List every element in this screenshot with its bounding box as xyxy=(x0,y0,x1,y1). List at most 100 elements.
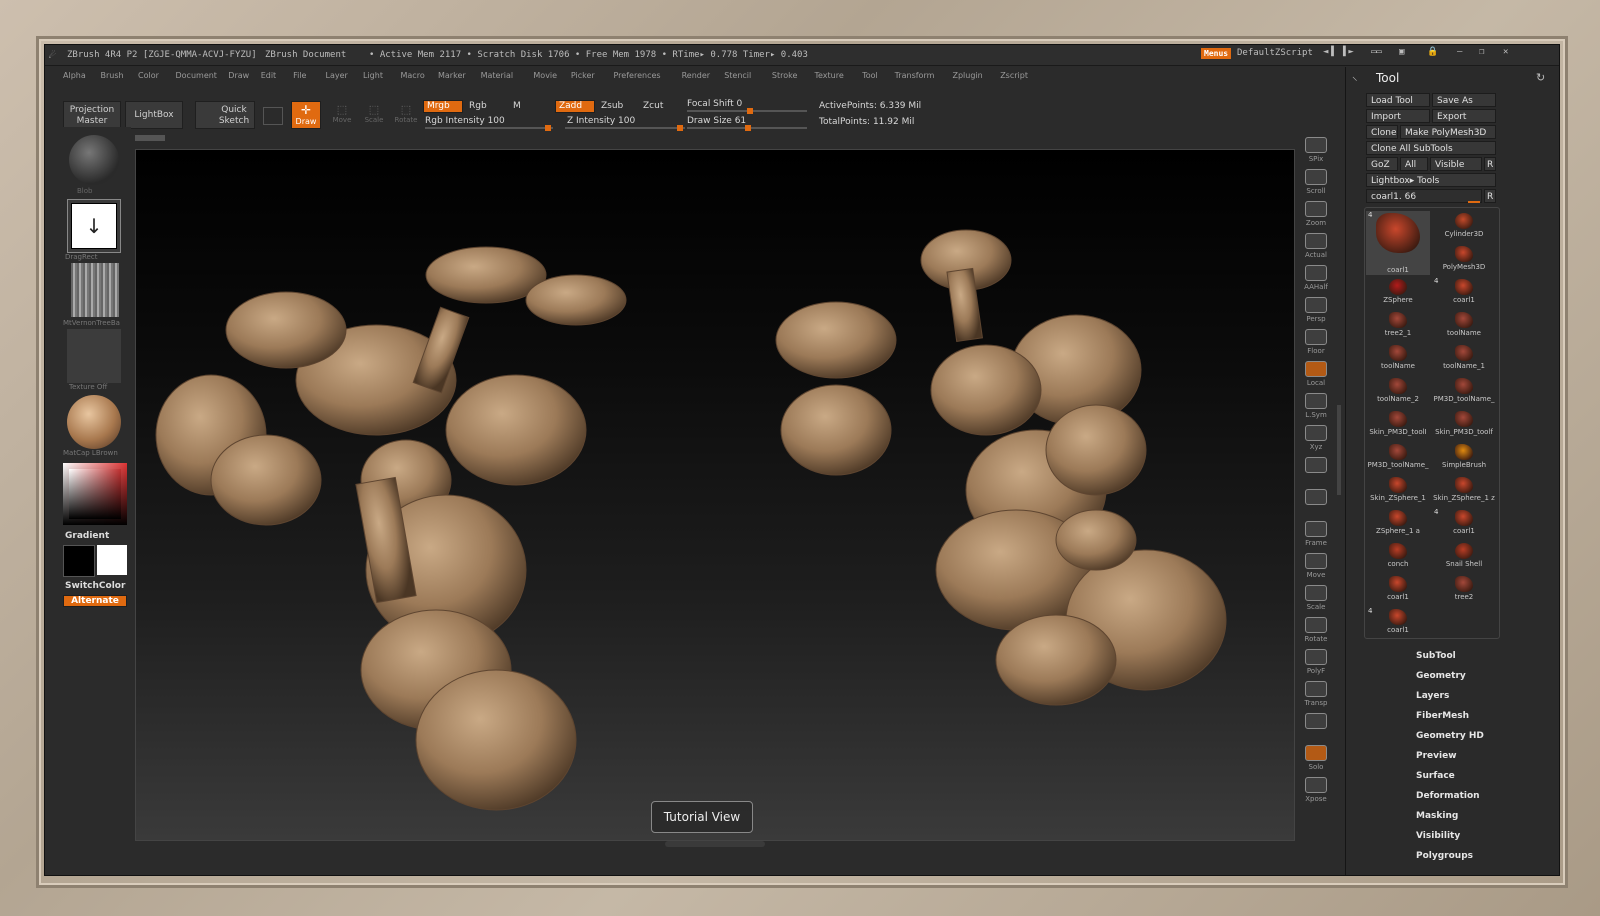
section-deformation[interactable]: Deformation xyxy=(1416,791,1480,801)
goz-all-button[interactable]: All xyxy=(1400,157,1428,171)
tool-thumb-zsphere[interactable]: ZSphere xyxy=(1366,277,1430,309)
menu-stencil[interactable]: Stencil xyxy=(724,71,751,80)
tool-thumb-coarl1[interactable]: 4 coarl1 xyxy=(1432,508,1496,540)
save-as-button[interactable]: Save As xyxy=(1432,93,1496,107)
menu-texture[interactable]: Texture xyxy=(815,71,844,80)
minimize-icon[interactable]: — xyxy=(1457,47,1462,57)
section-geometry[interactable]: Geometry xyxy=(1416,671,1466,681)
menu-tool[interactable]: Tool xyxy=(862,71,878,80)
section-subtool[interactable]: SubTool xyxy=(1416,651,1456,661)
shelf-spix-button[interactable]: SPix xyxy=(1300,137,1332,167)
tool-thumb-toolname[interactable]: toolName xyxy=(1432,310,1496,342)
tool-thumb-simplebrush[interactable]: SimpleBrush xyxy=(1432,442,1496,474)
menu-draw[interactable]: Draw xyxy=(228,71,249,80)
tool-r-button[interactable]: R xyxy=(1484,189,1496,203)
zsub-button[interactable]: Zsub xyxy=(601,101,623,111)
scale-mode-button[interactable]: ⬚ Scale xyxy=(361,103,387,127)
make-polymesh3d-button[interactable]: Make PolyMesh3D xyxy=(1400,125,1496,139)
close-icon[interactable]: ✕ xyxy=(1503,47,1508,57)
edit-icon[interactable] xyxy=(263,107,283,125)
shelf-xpose-button[interactable]: Xpose xyxy=(1300,777,1332,807)
alternate-button[interactable]: Alternate xyxy=(63,595,127,607)
import-button[interactable]: Import xyxy=(1366,109,1430,123)
tool-thumb-coarl1[interactable]: 4 coarl1 xyxy=(1432,277,1496,309)
menu-alpha[interactable]: Alpha xyxy=(63,71,86,80)
switch-color-button[interactable]: SwitchColor xyxy=(65,581,125,591)
clone-button[interactable]: Clone xyxy=(1366,125,1398,139)
bottom-shelf-handle[interactable] xyxy=(665,841,765,847)
ui-layout-icon[interactable]: ▭▭ xyxy=(1371,47,1382,57)
tool-thumb-snail-shell[interactable]: Snail Shell xyxy=(1432,541,1496,573)
menu-render[interactable]: Render xyxy=(682,71,710,80)
rgb-button[interactable]: Rgb xyxy=(469,101,487,111)
menu-macro[interactable]: Macro xyxy=(401,71,425,80)
focal-shift-slider[interactable] xyxy=(687,108,807,114)
tool-thumb-skin_zsphere_1-z[interactable]: Skin_ZSphere_1 z xyxy=(1432,475,1496,507)
current-tool-slider[interactable]: coarl1. 66 xyxy=(1366,189,1482,203)
shelf-scale-button[interactable]: Scale xyxy=(1300,585,1332,615)
material-thumbnail[interactable] xyxy=(67,395,121,449)
move-mode-button[interactable]: ⬚ Move xyxy=(329,103,355,127)
color-picker[interactable] xyxy=(63,463,127,525)
tool-thumb-polymesh3d[interactable]: PolyMesh3D xyxy=(1432,244,1496,276)
primary-color-swatch[interactable] xyxy=(63,545,95,577)
menu-document[interactable]: Document xyxy=(176,71,217,80)
section-geometry-hd[interactable]: Geometry HD xyxy=(1416,731,1484,741)
shelf-blank-11-button[interactable] xyxy=(1300,489,1332,519)
section-visibility[interactable]: Visibility xyxy=(1416,831,1460,841)
shelf-rotate-button[interactable]: Rotate xyxy=(1300,617,1332,647)
tool-thumb-coarl1[interactable]: 4 coarl1 xyxy=(1366,607,1430,639)
goz-r-button[interactable]: R xyxy=(1484,157,1496,171)
z-intensity-slider[interactable] xyxy=(565,125,685,131)
canvas-viewport[interactable] xyxy=(135,149,1295,841)
tool-thumb-skin_pm3d_toolf[interactable]: Skin_PM3D_toolf xyxy=(1432,409,1496,441)
zcut-button[interactable]: Zcut xyxy=(643,101,663,111)
tool-thumb-skin_pm3d_tooli[interactable]: Skin_PM3D_toolI xyxy=(1366,409,1430,441)
shelf-zoom-button[interactable]: Zoom xyxy=(1300,201,1332,231)
tool-thumb-skin_zsphere_1[interactable]: Skin_ZSphere_1 xyxy=(1366,475,1430,507)
refresh-icon[interactable]: ↻ xyxy=(1536,71,1545,84)
quick-sketch-button[interactable]: Quick Sketch xyxy=(195,101,255,129)
menu-material[interactable]: Material xyxy=(481,71,514,80)
section-preview[interactable]: Preview xyxy=(1416,751,1457,761)
menus-button[interactable]: Menus xyxy=(1201,48,1232,59)
section-fibermesh[interactable]: FiberMesh xyxy=(1416,711,1469,721)
current-tool-slider-knob[interactable] xyxy=(1468,201,1480,203)
zadd-button[interactable]: Zadd xyxy=(555,100,595,113)
shelf-floor-button[interactable]: Floor xyxy=(1300,329,1332,359)
menu-zscript[interactable]: Zscript xyxy=(1000,71,1028,80)
shelf-local-button[interactable]: Local xyxy=(1300,361,1332,391)
goz-button[interactable]: GoZ xyxy=(1366,157,1398,171)
projection-master-button[interactable]: Projection Master xyxy=(63,101,121,129)
section-surface[interactable]: Surface xyxy=(1416,771,1455,781)
lightbox-button[interactable]: LightBox xyxy=(125,101,183,129)
menu-layer[interactable]: Layer xyxy=(326,71,348,80)
shelf-persp-button[interactable]: Persp xyxy=(1300,297,1332,327)
menu-marker[interactable]: Marker xyxy=(438,71,466,80)
lock-icon[interactable]: 🔒 xyxy=(1427,47,1438,57)
restore-icon[interactable]: ❐ xyxy=(1479,47,1484,57)
gradient-label[interactable]: Gradient xyxy=(65,531,109,541)
export-button[interactable]: Export xyxy=(1432,109,1496,123)
shelf-aahalf-button[interactable]: AAHalf xyxy=(1300,265,1332,295)
shelf-solo-button[interactable]: Solo xyxy=(1300,745,1332,775)
menu-movie[interactable]: Movie xyxy=(533,71,557,80)
menu-edit[interactable]: Edit xyxy=(261,71,277,80)
ui-layout-2-icon[interactable]: ▣ xyxy=(1399,47,1404,57)
menu-transform[interactable]: Transform xyxy=(895,71,935,80)
shelf-actual-button[interactable]: Actual xyxy=(1300,233,1332,263)
brush-thumbnail[interactable] xyxy=(69,135,119,185)
tool-thumb-toolname_1[interactable]: toolName_1 xyxy=(1432,343,1496,375)
tool-thumb-toolname_2[interactable]: toolName_2 xyxy=(1366,376,1430,408)
menu-file[interactable]: File xyxy=(293,71,306,80)
menu-stroke[interactable]: Stroke xyxy=(772,71,798,80)
tool-thumb-zsphere_1-a[interactable]: ZSphere_1 a xyxy=(1366,508,1430,540)
rgb-intensity-slider[interactable] xyxy=(425,125,553,131)
tutorial-view-label[interactable]: Tutorial View xyxy=(651,801,753,833)
menu-picker[interactable]: Picker xyxy=(571,71,595,80)
section-layers[interactable]: Layers xyxy=(1416,691,1449,701)
layout-next-icon[interactable]: ▌► xyxy=(1343,47,1354,57)
shelf-xyz-button[interactable]: Xyz xyxy=(1300,425,1332,455)
default-zscript-button[interactable]: DefaultZScript xyxy=(1237,48,1313,58)
tool-thumb-pm3d_toolname_[interactable]: PM3D_toolName_ xyxy=(1432,376,1496,408)
